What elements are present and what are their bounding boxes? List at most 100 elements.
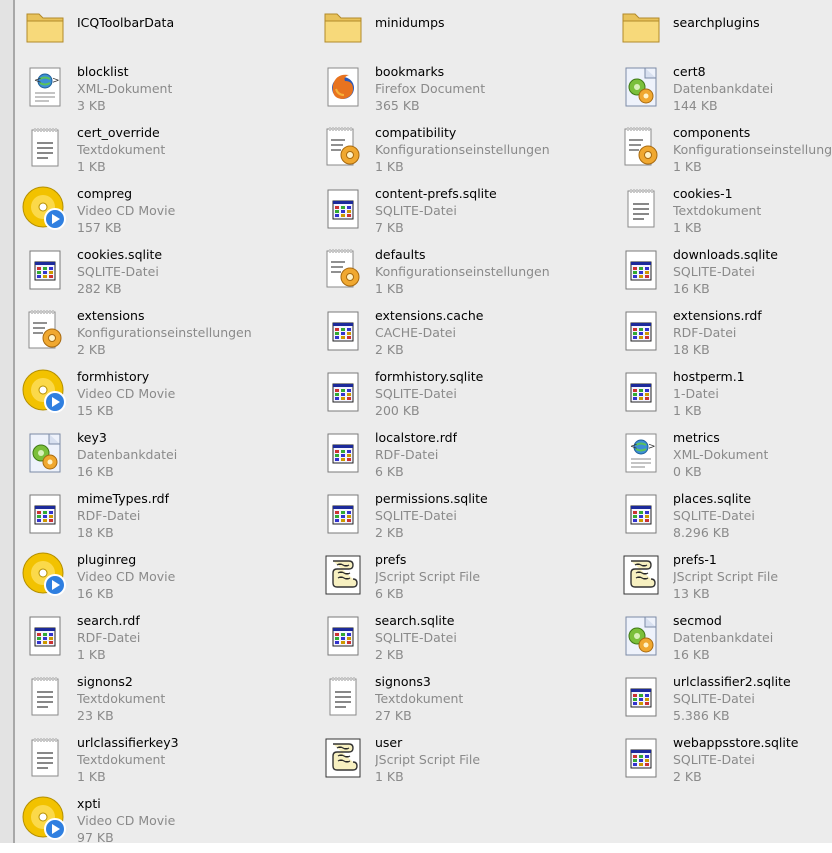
file-size: 6 KB (375, 464, 404, 479)
file-item[interactable]: permissions.sqlite SQLITE-Datei 2 KB (319, 490, 609, 548)
file-size: 1 KB (77, 159, 106, 174)
item-text: cookies.sqlite SQLITE-Datei 282 KB (77, 246, 162, 297)
jscript-file-icon (319, 551, 367, 599)
generic-file-icon (21, 246, 69, 294)
file-item[interactable]: signons3 Textdokument 27 KB (319, 673, 609, 731)
file-item[interactable]: compatibility Konfigurationseinstellungen… (319, 124, 609, 182)
file-item[interactable]: cert8 Datenbankdatei 144 KB (617, 63, 832, 121)
file-item[interactable]: prefs JScript Script File 6 KB (319, 551, 609, 609)
file-name: signons2 (77, 674, 133, 689)
file-tile-view[interactable]: ICQToolbarData minidumps searchplugins <… (15, 0, 832, 845)
generic-file-icon (319, 612, 367, 660)
file-type: SQLITE-Datei (375, 203, 457, 218)
file-item[interactable]: extensions.rdf RDF-Datei 18 KB (617, 307, 832, 365)
item-text: pluginreg Video CD Movie 16 KB (77, 551, 175, 602)
file-name: extensions.rdf (673, 308, 762, 323)
file-name: searchplugins (673, 15, 760, 30)
folder-item[interactable]: searchplugins (617, 2, 832, 60)
folder-item[interactable]: minidumps (319, 2, 609, 60)
file-item[interactable]: user JScript Script File 1 KB (319, 734, 609, 792)
file-type: CACHE-Datei (375, 325, 456, 340)
generic-file-icon (617, 490, 665, 538)
file-name: downloads.sqlite (673, 247, 778, 262)
file-type: Video CD Movie (77, 203, 176, 218)
file-type: XML-Dokument (77, 81, 173, 96)
generic-file-icon (21, 612, 69, 660)
file-item[interactable]: bookmarks Firefox Document 365 KB (319, 63, 609, 121)
folder-icon (617, 2, 665, 50)
file-name: mimeTypes.rdf (77, 491, 169, 506)
file-name: extensions.cache (375, 308, 484, 323)
file-name: hostperm.1 (673, 369, 745, 384)
file-item[interactable]: hostperm.1 1-Datei 1 KB (617, 368, 832, 426)
file-type: SQLITE-Datei (77, 264, 159, 279)
item-text: extensions.rdf RDF-Datei 18 KB (673, 307, 762, 358)
file-type: Konfigurationseinstellungen (375, 142, 550, 157)
item-text: localstore.rdf RDF-Datei 6 KB (375, 429, 457, 480)
file-item[interactable]: search.sqlite SQLITE-Datei 2 KB (319, 612, 609, 670)
file-type: RDF-Datei (77, 630, 141, 645)
file-item[interactable]: formhistory.sqlite SQLITE-Datei 200 KB (319, 368, 609, 426)
file-type: RDF-Datei (673, 325, 737, 340)
file-size: 97 KB (77, 830, 114, 845)
item-text: webappsstore.sqlite SQLITE-Datei 2 KB (673, 734, 798, 785)
file-type: SQLITE-Datei (375, 386, 457, 401)
item-text: places.sqlite SQLITE-Datei 8.296 KB (673, 490, 755, 541)
file-name: cert_override (77, 125, 160, 140)
xml-document-icon: < > (21, 63, 69, 111)
config-settings-icon (319, 124, 367, 172)
file-type: JScript Script File (375, 569, 481, 584)
file-item[interactable]: cookies-1 Textdokument 1 KB (617, 185, 832, 243)
item-text: cookies-1 Textdokument 1 KB (673, 185, 761, 236)
item-text: hostperm.1 1-Datei 1 KB (673, 368, 745, 419)
file-item[interactable]: extensions Konfigurationseinstellungen 2 K… (21, 307, 311, 365)
file-size: 1 KB (77, 647, 106, 662)
file-item[interactable]: key3 Datenbankdatei 16 KB (21, 429, 311, 487)
file-item[interactable]: content-prefs.sqlite SQLITE-Datei 7 KB (319, 185, 609, 243)
item-text: formhistory.sqlite SQLITE-Datei 200 KB (375, 368, 483, 419)
folder-icon (319, 2, 367, 50)
file-item[interactable]: defaults Konfigurationseinstellungen 1 KB (319, 246, 609, 304)
file-size: 3 KB (77, 98, 106, 113)
svg-text:>: > (648, 442, 656, 452)
file-item[interactable]: downloads.sqlite SQLITE-Datei 16 KB (617, 246, 832, 304)
file-item[interactable]: xpti Video CD Movie 97 KB (21, 795, 311, 853)
generic-file-icon (617, 246, 665, 294)
file-item[interactable]: < > metrics XML-Dokument 0 KB (617, 429, 832, 487)
file-item[interactable]: pluginreg Video CD Movie 16 KB (21, 551, 311, 609)
file-type: SQLITE-Datei (673, 752, 755, 767)
file-name: cert8 (673, 64, 706, 79)
folder-item[interactable]: ICQToolbarData (21, 2, 311, 60)
item-text: search.sqlite SQLITE-Datei 2 KB (375, 612, 457, 663)
generic-file-icon (319, 185, 367, 233)
file-name: xpti (77, 796, 101, 811)
file-type: Datenbankdatei (673, 630, 774, 645)
file-item[interactable]: webappsstore.sqlite SQLITE-Datei 2 KB (617, 734, 832, 792)
file-item[interactable]: urlclassifierkey3 Textdokument 1 KB (21, 734, 311, 792)
file-item[interactable]: compreg Video CD Movie 157 KB (21, 185, 311, 243)
file-item[interactable]: < > blocklist XML-Dokument 3 KB (21, 63, 311, 121)
generic-file-icon (617, 368, 665, 416)
file-item[interactable]: cookies.sqlite SQLITE-Datei 282 KB (21, 246, 311, 304)
database-file-icon (617, 612, 665, 660)
file-type: JScript Script File (375, 752, 481, 767)
file-item[interactable]: urlclassifier2.sqlite SQLITE-Datei 5.386 K… (617, 673, 832, 731)
file-item[interactable]: prefs-1 JScript Script File 13 KB (617, 551, 832, 609)
file-item[interactable]: formhistory Video CD Movie 15 KB (21, 368, 311, 426)
file-item[interactable]: extensions.cache CACHE-Datei 2 KB (319, 307, 609, 365)
file-size: 1 KB (673, 159, 702, 174)
item-text: downloads.sqlite SQLITE-Datei 16 KB (673, 246, 778, 297)
file-size: 13 KB (673, 586, 710, 601)
file-item[interactable]: places.sqlite SQLITE-Datei 8.296 KB (617, 490, 832, 548)
file-item[interactable]: cert_override Textdokument 1 KB (21, 124, 311, 182)
file-name: metrics (673, 430, 720, 445)
file-type: Textdokument (77, 142, 166, 157)
file-item[interactable]: mimeTypes.rdf RDF-Datei 18 KB (21, 490, 311, 548)
file-item[interactable]: components Konfigurationseinstellungen 1 K… (617, 124, 832, 182)
config-settings-icon (319, 246, 367, 294)
svg-text:<: < (630, 442, 638, 452)
file-item[interactable]: localstore.rdf RDF-Datei 6 KB (319, 429, 609, 487)
file-item[interactable]: signons2 Textdokument 23 KB (21, 673, 311, 731)
file-item[interactable]: search.rdf RDF-Datei 1 KB (21, 612, 311, 670)
file-item[interactable]: secmod Datenbankdatei 16 KB (617, 612, 832, 670)
